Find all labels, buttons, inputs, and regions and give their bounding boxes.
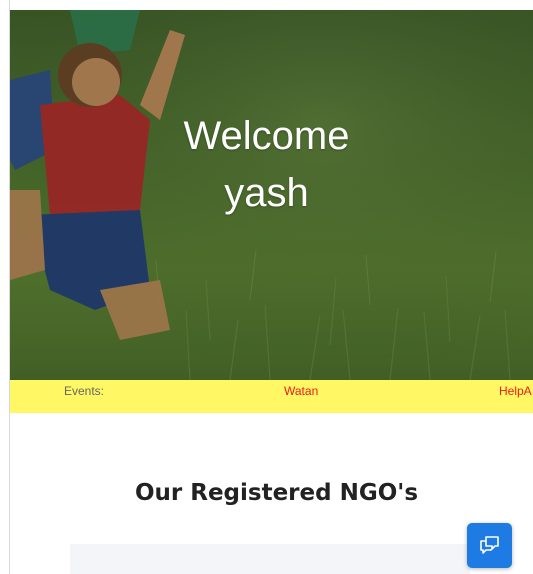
ngo-card [70,544,470,574]
welcome-heading: Welcome [183,114,350,158]
welcome-username: yash [224,171,309,215]
events-ticker: Events: Watan HelpA [10,380,533,413]
chat-icon [480,536,499,554]
events-label: Events: [64,384,105,398]
ticker-item-helpa[interactable]: HelpA [499,384,532,398]
ticker-item-watan[interactable]: Watan [284,384,318,398]
page: Welcome yash Events: Watan HelpA Our Reg… [0,0,533,574]
chat-button[interactable] [467,523,512,568]
section-title: Our Registered NGO's [134,480,419,506]
